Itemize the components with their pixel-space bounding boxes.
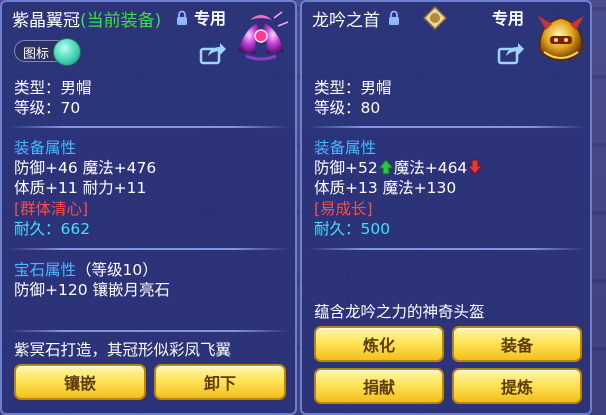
inlay-button[interactable]: 镶嵌	[14, 364, 146, 400]
item-name: 紫晶翼冠	[12, 11, 80, 31]
item-level: 等级：70	[14, 99, 81, 117]
share-icon[interactable]	[496, 40, 526, 66]
item-level: 等级：80	[314, 99, 381, 117]
extract-button[interactable]: 提炼	[452, 368, 582, 404]
item-type: 类型：男帽	[14, 79, 92, 97]
special-effect: [易成长]	[314, 200, 373, 218]
donate-button[interactable]: 捐献	[314, 368, 444, 404]
equipment-badge-icon	[422, 6, 448, 30]
gem-attr: 防御+120 镶嵌月亮石	[14, 281, 170, 299]
durability: 耐久：500	[314, 220, 391, 238]
attr-line: 防御+46 魔法+476	[14, 159, 157, 177]
gem-heading: 宝石属性	[14, 261, 77, 279]
toggle-label: 图标	[23, 47, 50, 62]
divider	[8, 126, 290, 128]
gem-heading-line: 宝石属性（等级10）	[14, 260, 158, 280]
arrow-up-icon	[377, 159, 394, 175]
item-description: 紫冥石打造，其冠形似彩凤飞翼	[14, 341, 232, 359]
divider	[8, 330, 290, 332]
toggle-knob[interactable]	[53, 38, 81, 66]
defense-stat: 防御+52	[314, 159, 378, 177]
special-effect: [群体清心]	[14, 200, 89, 218]
attr-line: 体质+13 魔法+130	[314, 179, 457, 197]
refine-button[interactable]: 炼化	[314, 326, 444, 362]
attr-heading: 装备属性	[14, 139, 77, 157]
item-title: 紫晶翼冠(当前装备)	[12, 6, 161, 31]
icon-toggle[interactable]: 图标	[14, 38, 81, 66]
divider	[8, 248, 290, 250]
golden-dragon-helmet-icon	[538, 16, 584, 61]
share-icon[interactable]	[198, 40, 228, 66]
item-description: 蕴含龙吟之力的神奇头盔	[314, 303, 485, 321]
attr-line: 体质+11 耐力+11	[14, 179, 147, 197]
lock-icon	[389, 10, 399, 25]
arrow-down-icon	[467, 159, 484, 175]
divider	[308, 126, 586, 128]
compare-item-panel: 龙吟之首 专用 类型：男帽 等级：80 装备属性 防御+52 魔法+464 体质…	[300, 0, 592, 415]
current-equip-tag: (当前装备)	[80, 11, 162, 31]
item-name: 龙吟之首	[312, 11, 380, 31]
divider	[308, 248, 586, 250]
attr-line: 防御+52 魔法+464	[314, 158, 484, 178]
equipped-item-panel: 紫晶翼冠(当前装备) 专用 图标 类型：男帽 等级：70 装备属性 防御+46 …	[0, 0, 297, 415]
gem-level: （等级10）	[76, 261, 158, 279]
unequip-button[interactable]: 卸下	[154, 364, 286, 400]
exclusive-badge: 专用	[194, 9, 227, 28]
lock-icon	[177, 10, 187, 25]
purple-wing-crown-icon	[238, 11, 289, 61]
exclusive-badge: 专用	[492, 9, 525, 28]
attr-heading: 装备属性	[314, 139, 377, 157]
durability: 耐久：662	[14, 220, 91, 238]
magic-stat: 魔法+464	[393, 159, 468, 177]
item-type: 类型：男帽	[314, 79, 392, 97]
equip-button[interactable]: 装备	[452, 326, 582, 362]
